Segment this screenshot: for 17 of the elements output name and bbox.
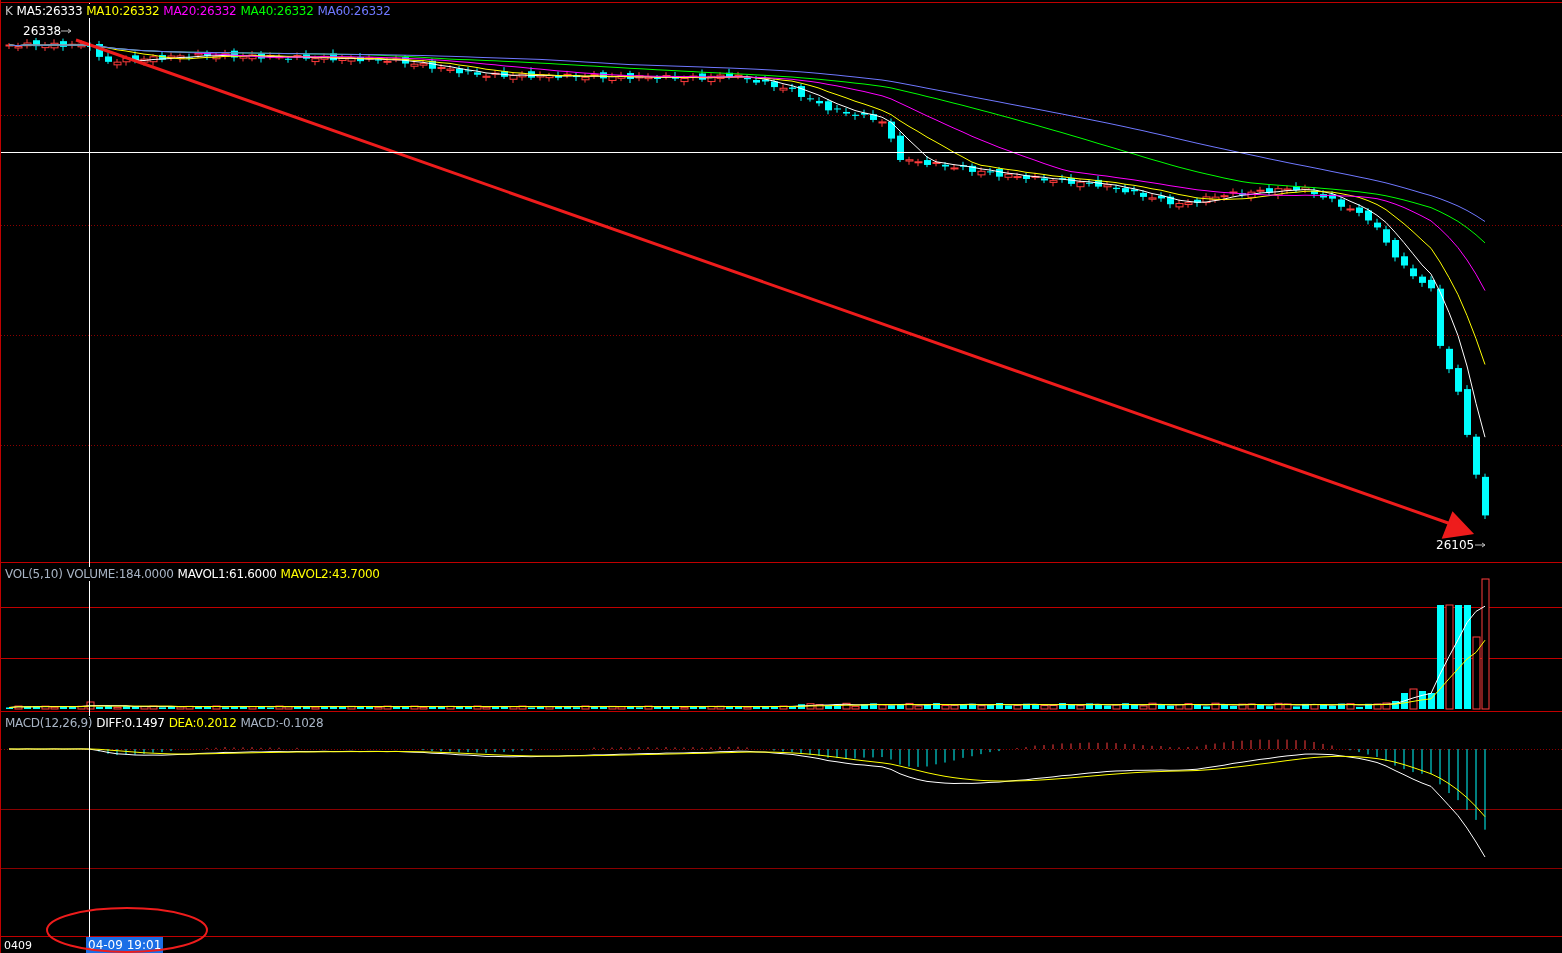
date-label: 0409 <box>4 938 32 952</box>
legend-label: VOL(5,10) <box>5 567 63 581</box>
legend-label: MA10:26332 <box>86 4 160 18</box>
legend-label: MAVOL1:61.6000 <box>177 567 277 581</box>
price-label: 26105 <box>1436 538 1475 552</box>
legend-label: MA40:26332 <box>240 4 314 18</box>
legend-label: MA20:26332 <box>163 4 237 18</box>
legend-label: VOLUME:184.0000 <box>66 567 174 581</box>
price-label: 26338 <box>23 24 62 38</box>
legend-label: K <box>5 4 13 18</box>
legend-label: MACD(12,26,9) <box>5 716 93 730</box>
legend-label: DEA:0.2012 <box>168 716 237 730</box>
legend-label: MAVOL2:43.7000 <box>280 567 380 581</box>
legend-label: MA5:26333 <box>16 4 83 18</box>
legend-label: MA60:26332 <box>317 4 391 18</box>
legend-label: DIFF:0.1497 <box>96 716 165 730</box>
legend-label: MACD:-0.1028 <box>240 716 324 730</box>
